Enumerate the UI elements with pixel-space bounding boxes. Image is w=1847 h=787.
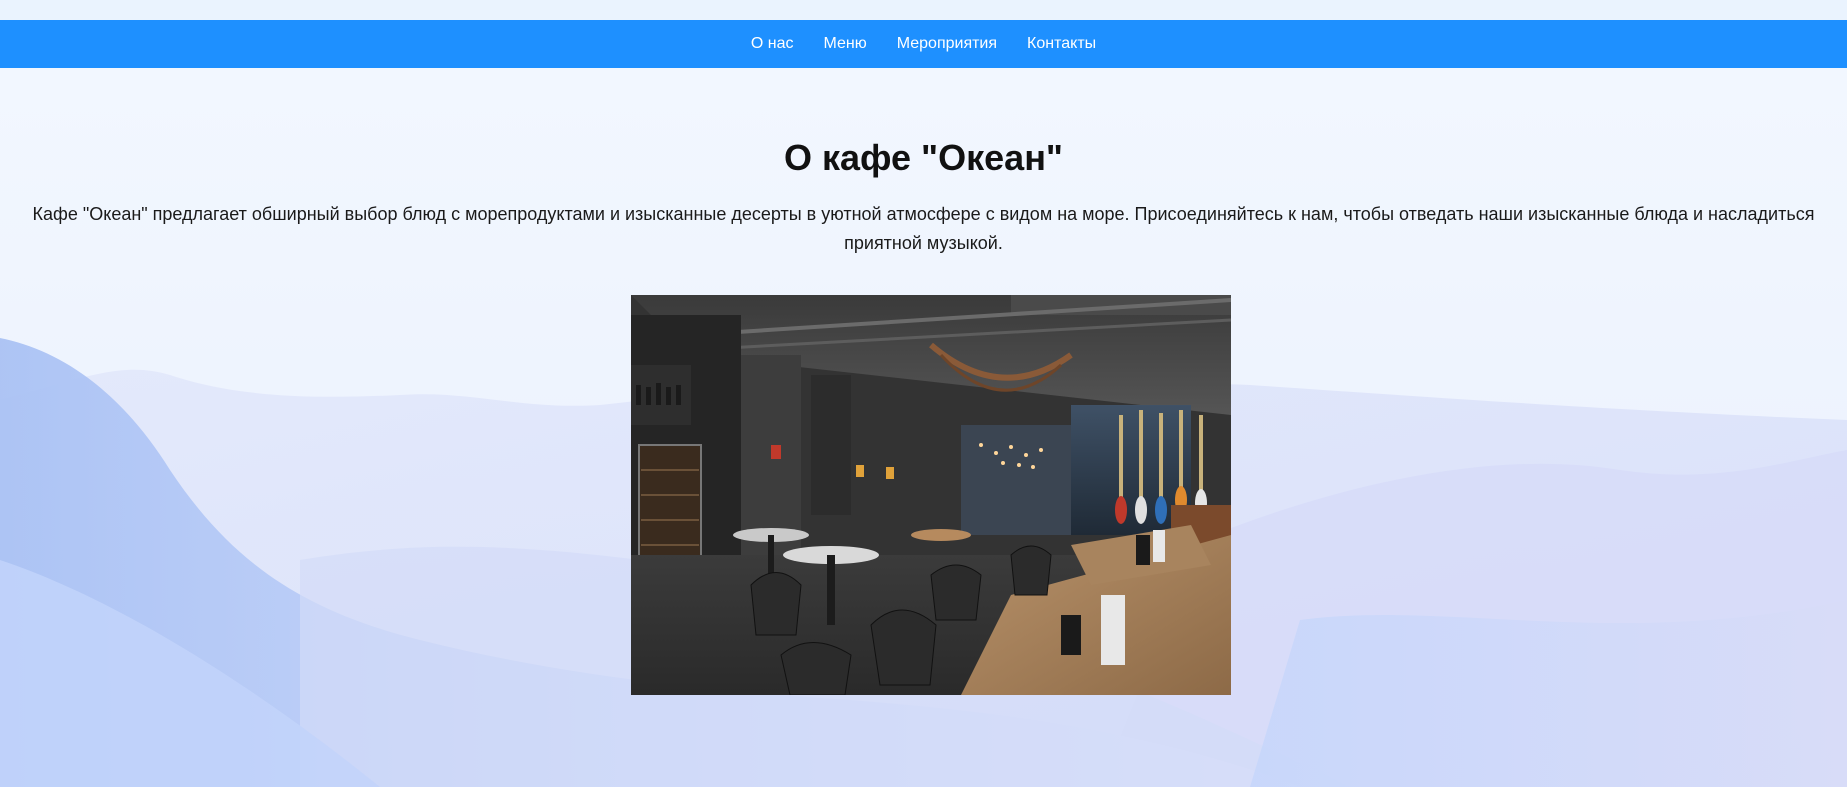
nav-link-menu[interactable]: Меню	[823, 20, 866, 68]
main-content: О кафе "Океан" Кафе "Океан" предлагает о…	[0, 68, 1847, 695]
cafe-interior-photo	[631, 295, 1231, 695]
nav-link-events[interactable]: Мероприятия	[897, 20, 997, 68]
top-navigation: О нас Меню Мероприятия Контакты	[0, 20, 1847, 68]
nav-link-contacts[interactable]: Контакты	[1027, 20, 1096, 68]
intro-paragraph: Кафе "Океан" предлагает обширный выбор б…	[32, 204, 1815, 253]
top-strip	[0, 0, 1847, 20]
page-title: О кафе "Океан"	[783, 137, 1064, 178]
nav-link-about[interactable]: О нас	[751, 20, 794, 68]
